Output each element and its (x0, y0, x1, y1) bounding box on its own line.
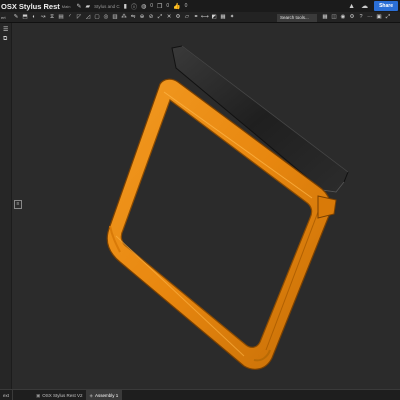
tab-stylus-rest-v2[interactable]: ▣ OSX Stylus Rest V2 (33, 389, 87, 400)
orange-frame (106, 78, 337, 370)
tab-label: OSX Stylus Rest V2 (42, 392, 83, 398)
tab-part-studio[interactable]: ext (0, 389, 14, 400)
tab-label: ext (3, 392, 10, 398)
panel-toggle-icon[interactable]: ≡ (14, 200, 22, 209)
document-tabs: ext ▣ OSX Stylus Rest V2 ◈ Assembly 1 (0, 389, 400, 400)
assembly-icon: ◈ (89, 392, 94, 398)
model-render (106, 45, 349, 370)
tab-label: Assembly 1 (95, 392, 119, 398)
3d-viewport[interactable] (12, 23, 400, 389)
tab-assembly-1[interactable]: ◈ Assembly 1 (86, 389, 123, 400)
part-studio-icon: ▣ (36, 392, 41, 398)
